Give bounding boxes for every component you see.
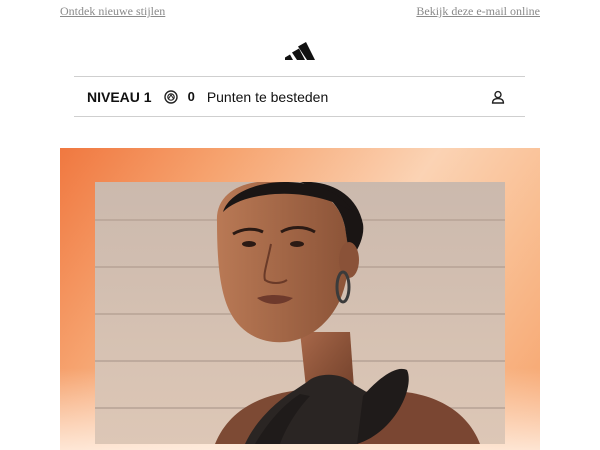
member-bar: NIVEAU 1 0 Punten te besteden — [74, 76, 525, 117]
view-online-link[interactable]: Bekijk deze e-mail online — [416, 4, 540, 20]
discover-styles-link[interactable]: Ontdek nieuwe stijlen — [60, 4, 165, 20]
top-links: Ontdek nieuwe stijlen Bekijk deze e-mail… — [60, 4, 540, 20]
hero-banner[interactable] — [60, 148, 540, 450]
points-label: Punten te besteden — [206, 88, 329, 105]
portrait-woman-photo — [95, 182, 505, 444]
user-account-icon[interactable] — [491, 90, 505, 104]
points-coin-icon — [163, 89, 178, 104]
adidas-logo-icon[interactable] — [284, 40, 316, 60]
level-label: NIVEAU 1 — [87, 88, 152, 105]
points-value: 0 — [187, 89, 195, 104]
